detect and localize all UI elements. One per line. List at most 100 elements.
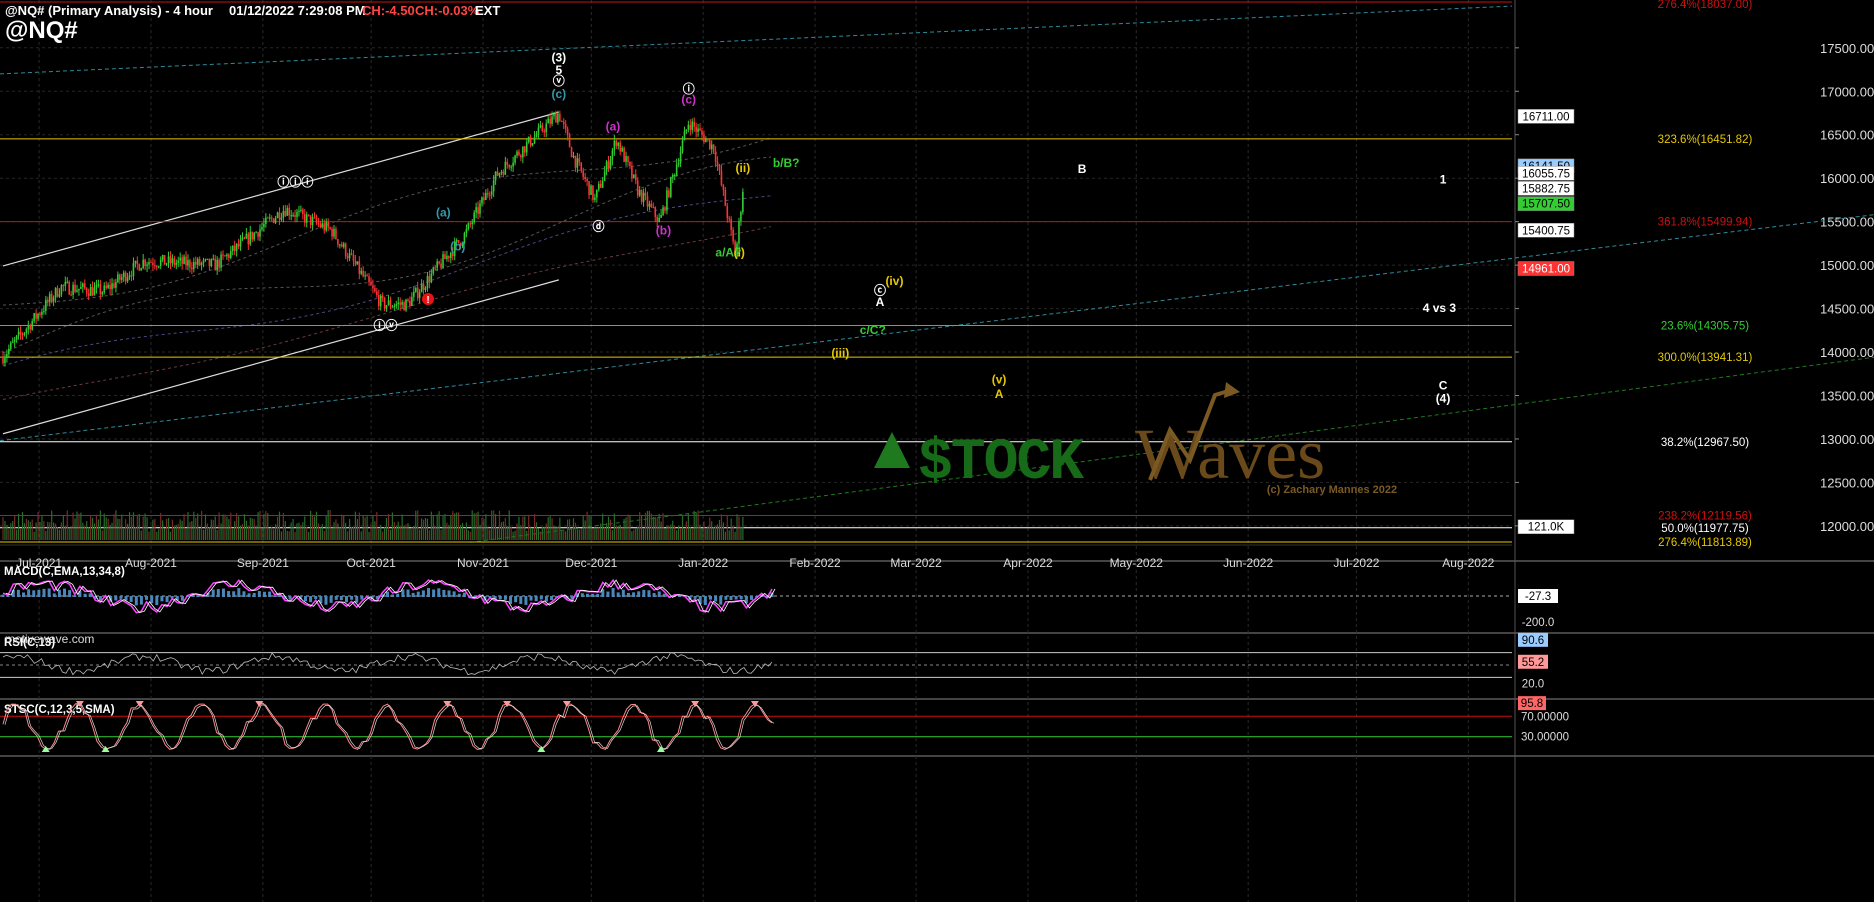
candle-body: [68, 281, 70, 295]
wave-label: ⓘⓥ: [374, 317, 398, 332]
macd-histogram-bar: [585, 593, 589, 597]
candle-body: [671, 174, 674, 178]
candle-body: [95, 285, 98, 288]
candle-body: [391, 306, 394, 308]
price-tag-label: 14961.00: [1522, 264, 1570, 276]
volume-bar: [376, 511, 378, 540]
candle-body: [732, 229, 734, 242]
volume-bar: [448, 524, 450, 540]
macd-histogram-bar: [324, 596, 328, 605]
volume-bar: [570, 528, 573, 540]
volume-bar: [12, 521, 14, 540]
x-tick-label: Mar-2022: [890, 556, 942, 570]
macd-histogram-bar: [32, 590, 36, 597]
volume-bar: [666, 525, 668, 540]
macd-histogram-bar: [150, 596, 154, 604]
macd-histogram-bar: [27, 589, 31, 597]
candle-body: [742, 191, 744, 213]
candle-body: [615, 140, 618, 146]
candle-body: [270, 217, 273, 219]
candle-body: [502, 171, 505, 175]
macd-histogram-bar: [216, 589, 220, 597]
panel-separator: [0, 755, 1874, 757]
candle-body: [288, 207, 291, 216]
volume-bar: [204, 514, 207, 540]
volume-bar: [496, 527, 499, 540]
event-marker-glyph: !: [426, 295, 429, 306]
candle-body: [545, 123, 548, 133]
candle-body: [113, 283, 115, 288]
candle-body: [50, 293, 53, 302]
macd-histogram-bar: [232, 591, 236, 597]
wave-label: C: [1439, 378, 1448, 392]
candle-body: [465, 229, 468, 234]
volume-bar: [384, 527, 386, 540]
volume-bar: [347, 531, 349, 540]
chart-area[interactable]: Jul-2021 Aug-2021 Sep-2021 Oct-2021 Nov-2021…: [0, 0, 1874, 902]
candle-body: [117, 274, 119, 283]
volume-bar: [202, 529, 205, 540]
candle-body: [152, 262, 154, 266]
candle-body: [31, 321, 34, 330]
candle-body: [19, 331, 22, 335]
candle-body: [683, 131, 686, 141]
volume-bar: [500, 522, 503, 540]
candle-body: [689, 125, 692, 131]
macd-histogram-bar: [539, 596, 543, 600]
volume-bar: [514, 530, 516, 540]
candle-body: [171, 258, 174, 264]
wave-label: (b): [656, 224, 671, 238]
macd-histogram-bar: [606, 591, 610, 597]
candle-body: [407, 299, 409, 301]
volume-bar: [185, 527, 187, 540]
candle-body: [374, 288, 376, 292]
macd-histogram-bar: [437, 588, 441, 597]
volume-bar: [582, 515, 584, 540]
candle-body: [354, 260, 357, 265]
volume-bar: [600, 523, 602, 540]
volume-bar: [134, 527, 136, 540]
volume-bar: [718, 519, 721, 540]
macd-histogram-bar: [708, 596, 712, 600]
candle-body: [442, 254, 444, 268]
candle-body: [586, 179, 588, 182]
volume-bar: [417, 510, 419, 540]
volume-bar: [224, 514, 226, 540]
candle-body: [397, 302, 400, 305]
volume-bar: [658, 513, 660, 540]
candle-body: [360, 270, 363, 274]
candle-body: [701, 130, 703, 135]
macd-histogram-bar: [432, 589, 436, 597]
volume-bar: [456, 512, 458, 540]
volume-bar: [179, 519, 181, 540]
candle-body: [520, 155, 522, 158]
macd-histogram-bar: [303, 596, 307, 602]
candle-body: [119, 274, 121, 280]
volume-bar: [76, 511, 78, 540]
candle-body: [126, 277, 129, 282]
x-tick-label: Jan-2022: [678, 556, 728, 570]
candle-body: [599, 183, 602, 188]
volume-bar: [598, 527, 600, 540]
candle-body: [438, 261, 440, 264]
candle-body: [695, 126, 697, 132]
volume-bar: [452, 511, 454, 540]
candle-body: [648, 203, 651, 207]
candle-body: [403, 302, 405, 311]
volume-bar: [678, 525, 680, 540]
candle-body: [450, 252, 452, 259]
candle-body: [416, 287, 419, 299]
volume-bar: [705, 528, 707, 540]
volume-bar: [578, 529, 580, 540]
candle-body: [39, 313, 41, 315]
macd-histogram-bar: [386, 591, 389, 597]
wave-label: A: [995, 387, 1004, 401]
macd-histogram-bar: [637, 591, 641, 597]
fib-level-label: 276.4%(18037.00): [1658, 0, 1753, 11]
fib-level-label: 238.2%(12119.56): [1658, 510, 1752, 522]
volume-bar: [99, 510, 101, 540]
volume-bar: [413, 525, 415, 540]
candle-body: [200, 263, 203, 266]
volume-bar: [543, 526, 545, 540]
volume-bar: [545, 523, 547, 540]
